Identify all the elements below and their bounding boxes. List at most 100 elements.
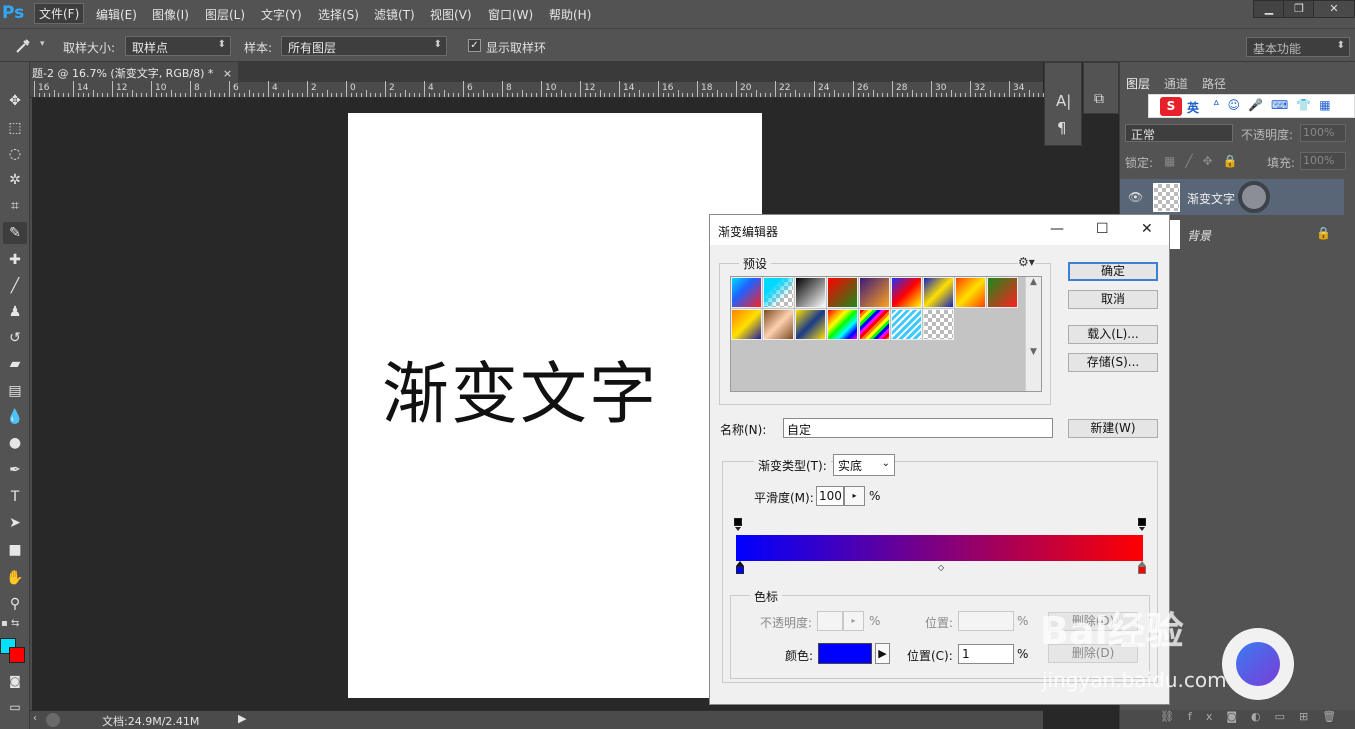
preset-gradient-swatch[interactable] [891, 277, 922, 308]
move-tool-icon[interactable]: ✥ [3, 90, 27, 112]
blend-mode-select[interactable]: 正常 [1125, 124, 1233, 142]
smoothness-input[interactable]: 100 [816, 486, 844, 506]
ok-button[interactable]: 确定 [1068, 262, 1158, 281]
ime-mode-label[interactable]: 英 [1187, 99, 1199, 116]
status-menu-icon[interactable]: ▶ [238, 712, 246, 725]
preset-gradient-swatch[interactable] [859, 277, 890, 308]
gradient-type-select[interactable]: 实底 ⌄ [833, 454, 895, 476]
tool-preset-chevron-icon[interactable]: ▾ [40, 39, 45, 49]
name-input[interactable]: 自定 [783, 418, 1053, 438]
preset-gradient-swatch[interactable] [763, 277, 794, 308]
document-tab[interactable]: 题-2 @ 16.7% (渐变文字, RGB/8) * × [30, 62, 239, 82]
load-button[interactable]: 载入(L)... [1068, 325, 1158, 344]
save-button[interactable]: 存储(S)... [1068, 353, 1158, 372]
dialog-close-icon[interactable]: ✕ [1141, 221, 1153, 237]
preset-gradient-swatch[interactable] [827, 309, 858, 340]
stop-color-location-input[interactable]: 1 [958, 644, 1014, 664]
preset-gradient-swatch[interactable] [763, 309, 794, 340]
eyedropper-tool-icon[interactable]: ✎ [3, 222, 27, 244]
rectangle-tool-icon[interactable]: ■ [3, 539, 27, 561]
screen-mode-icon[interactable]: ▭ [3, 696, 27, 718]
preset-gradient-swatch[interactable] [987, 277, 1018, 308]
preset-gradient-swatch[interactable] [731, 309, 762, 340]
menu-layer[interactable]: 图层(L) [205, 6, 245, 23]
preset-gradient-swatch[interactable] [859, 309, 890, 340]
gradient-preview-bar[interactable] [736, 535, 1143, 561]
close-tab-icon[interactable]: × [223, 67, 232, 80]
dialog-minimize-icon[interactable]: — [1050, 221, 1064, 237]
minimize-button[interactable]: ▁ [1253, 0, 1285, 18]
menu-select[interactable]: 选择(S) [318, 6, 359, 23]
clone-stamp-tool-icon[interactable]: ♟ [3, 301, 27, 323]
preset-gradient-swatch[interactable] [955, 277, 986, 308]
paragraph-panel-icon[interactable]: ¶ [1057, 119, 1067, 137]
blur-tool-icon[interactable]: 💧 [3, 406, 27, 428]
workspace-select[interactable]: 基本功能 [1246, 37, 1350, 57]
ime-toolbar[interactable]: S 英 ᐞ☺🎤⌨👕▦ [1148, 94, 1355, 118]
preset-gradient-swatch[interactable] [891, 309, 922, 340]
dodge-tool-icon[interactable]: ● [3, 432, 27, 454]
layers-footer-icons[interactable]: ⛓fx◙◐▭⊞🗑 [1120, 710, 1355, 729]
zoom-tool-icon[interactable]: ⚲ [3, 593, 27, 615]
quick-mask-icon[interactable]: ◙ [3, 670, 27, 692]
midpoint-diamond-icon[interactable]: ◇ [938, 563, 944, 572]
hand-tool-icon[interactable]: ✋ [3, 567, 27, 589]
opacity-input[interactable]: 100% [1300, 124, 1346, 142]
brush-tool-icon[interactable]: ╱ [3, 275, 27, 297]
color-stop-right[interactable] [1137, 561, 1147, 575]
ime-tool-icons[interactable]: ᐞ☺🎤⌨👕▦ [1213, 98, 1339, 112]
layer-row[interactable]: 👁 渐变文字 [1120, 179, 1344, 215]
color-stop-left[interactable] [735, 561, 745, 575]
sogou-icon[interactable]: S [1160, 97, 1182, 116]
history-brush-tool-icon[interactable]: ↺ [3, 327, 27, 349]
stop-color-menu-icon[interactable]: ▶ [875, 643, 890, 664]
sample-select[interactable]: 所有图层 [281, 36, 447, 56]
eyedropper-tool-icon[interactable] [14, 37, 32, 55]
dialog-titlebar[interactable]: 渐变编辑器 — ☐ ✕ [710, 215, 1169, 245]
tab-channels[interactable]: 通道 [1164, 75, 1188, 92]
tab-layers[interactable]: 图层 [1126, 75, 1151, 92]
preset-gradient-swatch[interactable] [923, 309, 954, 340]
fill-input[interactable]: 100% [1300, 152, 1346, 170]
menu-edit[interactable]: 编辑(E) [96, 6, 137, 23]
menu-help[interactable]: 帮助(H) [549, 6, 591, 23]
new-button[interactable]: 新建(W) [1068, 419, 1158, 438]
status-arrow-icon[interactable]: ‹ [33, 713, 37, 724]
menu-window[interactable]: 窗口(W) [488, 6, 533, 23]
cancel-button[interactable]: 取消 [1068, 290, 1158, 309]
close-button[interactable]: ✕ [1313, 0, 1355, 18]
menu-type[interactable]: 文字(Y) [261, 6, 302, 23]
tab-paths[interactable]: 路径 [1202, 75, 1226, 92]
swap-colors-icon[interactable]: ▪ ⇆ [1, 618, 29, 632]
type-tool-icon[interactable]: T [3, 486, 27, 508]
visibility-eye-icon[interactable]: 👁 [1128, 190, 1143, 204]
menu-view[interactable]: 视图(V) [430, 6, 472, 23]
presets-gear-icon[interactable]: ⚙▾ [1018, 255, 1035, 269]
pen-tool-icon[interactable]: ✒ [3, 459, 27, 481]
sample-size-select[interactable]: 取样点 [125, 36, 231, 56]
menu-file[interactable]: 文件(F) [34, 3, 85, 24]
preset-gradient-swatch[interactable] [795, 309, 826, 340]
preset-gradient-swatch[interactable] [827, 277, 858, 308]
restore-button[interactable]: ❐ [1283, 0, 1315, 18]
stop-color-swatch[interactable] [818, 643, 872, 664]
presets-scrollbar[interactable]: ▲ ▼ [1025, 277, 1041, 391]
menu-image[interactable]: 图像(I) [152, 6, 189, 23]
lasso-tool-icon[interactable]: ◌ [3, 143, 27, 165]
gradient-tool-icon[interactable]: ▤ [3, 380, 27, 402]
magic-wand-tool-icon[interactable]: ✲ [3, 169, 27, 191]
preset-gradient-swatch[interactable] [731, 277, 762, 308]
dialog-maximize-icon[interactable]: ☐ [1096, 221, 1109, 237]
path-selection-tool-icon[interactable]: ➤ [3, 512, 27, 534]
background-color-swatch[interactable] [9, 647, 25, 663]
marquee-tool-icon[interactable]: ⬚ [3, 117, 27, 139]
preset-gradient-swatch[interactable] [923, 277, 954, 308]
lock-icons[interactable]: ▦╱✥🔒 [1164, 154, 1248, 168]
healing-brush-tool-icon[interactable]: ✚ [3, 249, 27, 271]
opacity-stop-right[interactable] [1137, 517, 1147, 531]
character-panel-icon[interactable]: A| [1056, 92, 1071, 110]
menu-filter[interactable]: 滤镜(T) [374, 6, 415, 23]
opacity-stop-left[interactable] [733, 517, 743, 531]
preset-gradient-swatch[interactable] [795, 277, 826, 308]
properties-panel-icon[interactable]: ⧉ [1094, 91, 1104, 107]
